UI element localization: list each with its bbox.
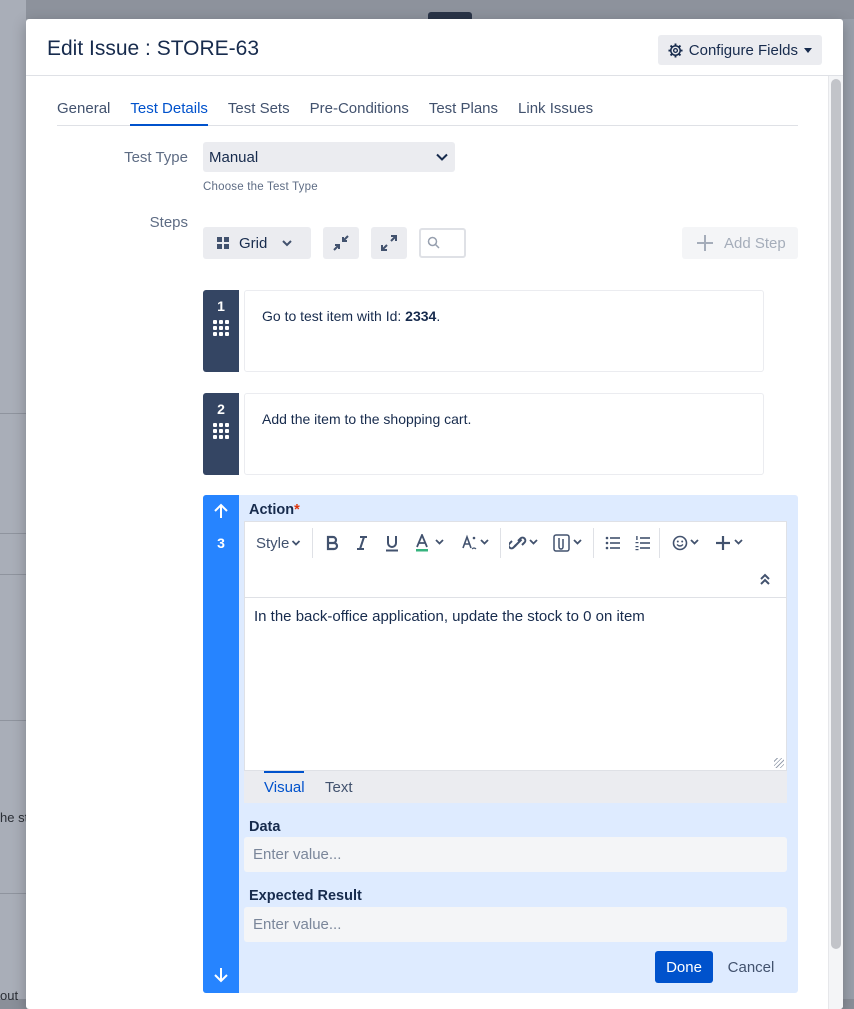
link-icon[interactable]: [509, 532, 541, 554]
data-label: Data: [249, 819, 281, 835]
background-text: he st: [0, 810, 29, 825]
background-divider: [0, 413, 26, 414]
step-2-handle[interactable]: 2: [203, 393, 239, 475]
editor-mode-tabs: Visual Text: [244, 771, 787, 803]
expected-result-label: Expected Result: [249, 888, 362, 904]
toolbar-divider: [312, 528, 313, 558]
add-step-button[interactable]: Add Step: [682, 227, 798, 259]
background-divider: [0, 893, 26, 894]
step-1-id: 2334: [405, 308, 437, 324]
action-label-text: Action: [249, 502, 295, 518]
tab-link-issues[interactable]: Link Issues: [518, 100, 593, 126]
move-down-icon[interactable]: [213, 967, 229, 983]
test-type-label: Test Type: [124, 149, 188, 166]
tab-test-plans[interactable]: Test Plans: [429, 100, 498, 126]
chevron-down-icon: [292, 540, 301, 546]
text-color-icon[interactable]: [415, 532, 445, 554]
move-up-icon[interactable]: [213, 503, 229, 519]
grid-view-icon: [217, 237, 229, 249]
edit-issue-dialog: Edit Issue : STORE-63 Configure Fields G…: [26, 19, 843, 1009]
background-header: [0, 0, 854, 19]
test-type-value: Manual: [209, 148, 259, 166]
toolbar-divider: [659, 528, 660, 558]
action-text[interactable]: In the back-office application, update t…: [254, 608, 645, 625]
step-number: 1: [217, 298, 225, 314]
step-1-suffix: .: [436, 308, 441, 324]
step-3-handle: 3: [203, 495, 239, 993]
tab-test-details[interactable]: Test Details: [130, 100, 208, 126]
dialog-header: Edit Issue : STORE-63 Configure Fields: [26, 19, 843, 76]
bold-icon[interactable]: [325, 532, 339, 554]
emoji-icon[interactable]: [672, 532, 702, 554]
drag-handle-icon: [213, 320, 229, 336]
step-number: 3: [217, 535, 225, 551]
step-1-handle[interactable]: 1: [203, 290, 239, 372]
search-icon: [427, 236, 440, 249]
done-button[interactable]: Done: [655, 951, 713, 983]
background-left-column: [0, 0, 26, 999]
italic-icon[interactable]: [355, 532, 369, 554]
scrollbar-thumb[interactable]: [831, 79, 841, 949]
tab-visual[interactable]: Visual: [264, 779, 305, 796]
tab-general[interactable]: General: [57, 100, 110, 126]
chevron-down-icon: [281, 237, 293, 249]
grid-view-select[interactable]: Grid: [203, 227, 311, 259]
collapse-toolbar-icon[interactable]: [759, 568, 771, 590]
attachment-icon[interactable]: [553, 532, 585, 554]
caret-down-icon: [804, 47, 812, 53]
style-dropdown[interactable]: Style: [256, 532, 301, 554]
add-step-label: Add Step: [724, 234, 786, 252]
required-marker: *: [294, 502, 300, 518]
plus-icon: [696, 234, 714, 252]
configure-fields-label: Configure Fields: [688, 41, 798, 59]
editor-toolbar: Style: [245, 522, 786, 598]
collapse-all-button[interactable]: [323, 227, 359, 259]
resize-handle-icon[interactable]: [774, 758, 784, 768]
active-tab-indicator: [264, 771, 304, 773]
tab-test-sets[interactable]: Test Sets: [228, 100, 290, 126]
background-divider: [0, 720, 26, 721]
expected-result-input[interactable]: Enter value...: [244, 907, 787, 942]
toolbar-divider: [500, 528, 501, 558]
data-input[interactable]: Enter value...: [244, 837, 787, 872]
background-divider: [0, 533, 26, 534]
background-divider: [0, 574, 26, 575]
grid-view-label: Grid: [239, 234, 268, 252]
configure-fields-button[interactable]: Configure Fields: [657, 35, 822, 65]
step-1-body[interactable]: Go to test item with Id: 2334.: [244, 290, 764, 372]
chevron-down-icon: [435, 150, 449, 164]
steps-label: Steps: [149, 214, 188, 231]
toolbar-divider: [593, 528, 594, 558]
step-2-body[interactable]: Add the item to the shopping cart.: [244, 393, 764, 475]
bullet-list-icon[interactable]: [605, 532, 621, 554]
cancel-button[interactable]: Cancel: [723, 951, 779, 983]
test-type-select[interactable]: Manual: [203, 142, 455, 172]
dialog-title: Edit Issue : STORE-63: [47, 37, 260, 60]
step-1-text: Go to test item with Id:: [262, 308, 406, 324]
test-type-help: Choose the Test Type: [203, 181, 318, 193]
collapse-icon: [333, 235, 349, 251]
numbered-list-icon[interactable]: [635, 532, 651, 554]
expand-icon: [381, 235, 397, 251]
expand-all-button[interactable]: [371, 227, 407, 259]
action-editor[interactable]: Style In the back-office application, up…: [244, 521, 787, 771]
tab-pre-conditions[interactable]: Pre-Conditions: [310, 100, 409, 126]
step-2-text: Add the item to the shopping cart.: [262, 411, 472, 427]
style-label: Style: [256, 534, 290, 552]
tab-text[interactable]: Text: [325, 779, 353, 796]
action-label: Action*: [249, 502, 300, 518]
gear-icon: [668, 42, 683, 58]
insert-more-icon[interactable]: [716, 532, 746, 554]
issue-tabs: General Test Details Test Sets Pre-Condi…: [57, 100, 798, 126]
step-number: 2: [217, 401, 225, 417]
step-search-input[interactable]: [419, 228, 466, 258]
text-format-icon[interactable]: [461, 532, 491, 554]
background-text: out: [0, 988, 19, 1003]
underline-icon[interactable]: [385, 532, 399, 554]
drag-handle-icon: [213, 423, 229, 439]
